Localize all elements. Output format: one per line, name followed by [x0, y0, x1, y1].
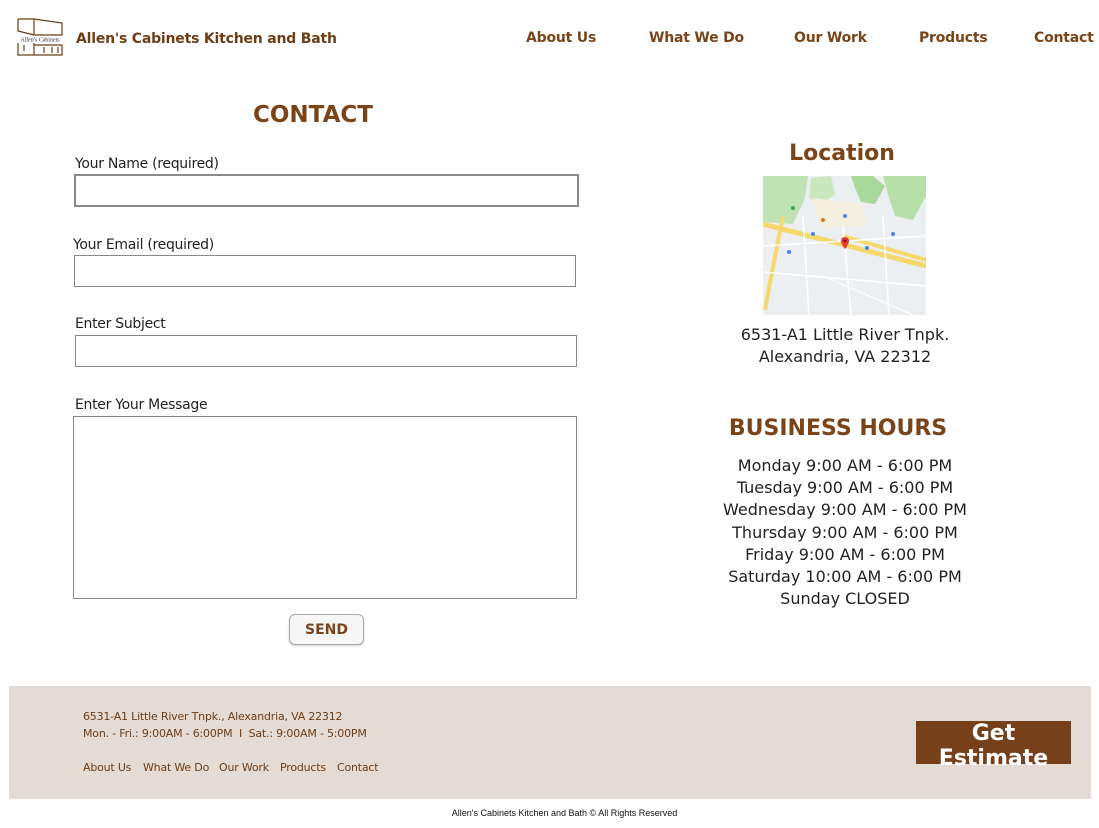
send-button[interactable]: SEND — [289, 614, 364, 645]
message-label: Enter Your Message — [75, 397, 208, 413]
site-logo[interactable]: Allen's Cabinets — [16, 15, 64, 59]
footer-hours: Mon. - Fri.: 9:00AM - 6:00PM I Sat.: 9:0… — [83, 727, 367, 740]
hours-row: Wednesday 9:00 AM - 6:00 PM — [723, 500, 967, 520]
subject-input[interactable] — [75, 335, 577, 367]
nav-products[interactable]: Products — [919, 30, 988, 46]
brand-name[interactable]: Allen's Cabinets Kitchen and Bath — [76, 31, 337, 47]
get-estimate-button[interactable]: Get Estimate — [916, 721, 1071, 771]
name-label: Your Name (required) — [75, 156, 219, 172]
copyright: Allen's Cabinets Kitchen and Bath © All … — [451, 808, 678, 818]
nav-about-us[interactable]: About Us — [526, 30, 596, 46]
location-title: Location — [789, 141, 895, 166]
address: 6531-A1 Little River Tnpk. Alexandria, V… — [700, 324, 990, 368]
logo-icon: Allen's Cabinets — [17, 18, 63, 56]
email-label: Your Email (required) — [73, 237, 214, 253]
footer-address: 6531-A1 Little River Tnpk., Alexandria, … — [83, 710, 343, 723]
email-input[interactable] — [74, 255, 576, 287]
hours-row: Friday 9:00 AM - 6:00 PM — [745, 544, 945, 564]
location-map[interactable] — [763, 176, 926, 315]
footer-link-contact[interactable]: Contact — [337, 761, 379, 774]
hours-row: Tuesday 9:00 AM - 6:00 PM — [736, 478, 954, 498]
business-hours-list: Monday 9:00 AM - 6:00 PM Tuesday 9:00 AM… — [700, 455, 990, 610]
footer-link-what-we-do[interactable]: What We Do — [143, 761, 209, 774]
nav-what-we-do[interactable]: What We Do — [649, 30, 744, 46]
site-footer: 6531-A1 Little River Tnpk., Alexandria, … — [9, 686, 1091, 799]
message-input[interactable] — [73, 416, 577, 599]
hours-row: Sunday CLOSED — [780, 589, 910, 609]
map-pin-icon — [841, 237, 849, 249]
contact-title: CONTACT — [253, 102, 373, 128]
name-input[interactable] — [74, 174, 579, 207]
subject-label: Enter Subject — [75, 316, 166, 332]
hours-row: Monday 9:00 AM - 6:00 PM — [737, 456, 953, 475]
nav-our-work[interactable]: Our Work — [794, 30, 867, 46]
address-line-2: Alexandria, VA 22312 — [758, 347, 932, 366]
footer-link-about-us[interactable]: About Us — [83, 761, 131, 774]
hours-row: Saturday 10:00 AM - 6:00 PM — [728, 567, 962, 587]
nav-contact[interactable]: Contact — [1034, 30, 1094, 46]
address-line-1: 6531-A1 Little River Tnpk. — [740, 325, 950, 344]
logo-text: Allen's Cabinets — [20, 38, 60, 44]
footer-link-products[interactable]: Products — [280, 761, 326, 774]
hours-row: Thursday 9:00 AM - 6:00 PM — [732, 522, 958, 542]
business-hours-title: BUSINESS HOURS — [728, 416, 948, 441]
footer-link-our-work[interactable]: Our Work — [219, 761, 269, 774]
